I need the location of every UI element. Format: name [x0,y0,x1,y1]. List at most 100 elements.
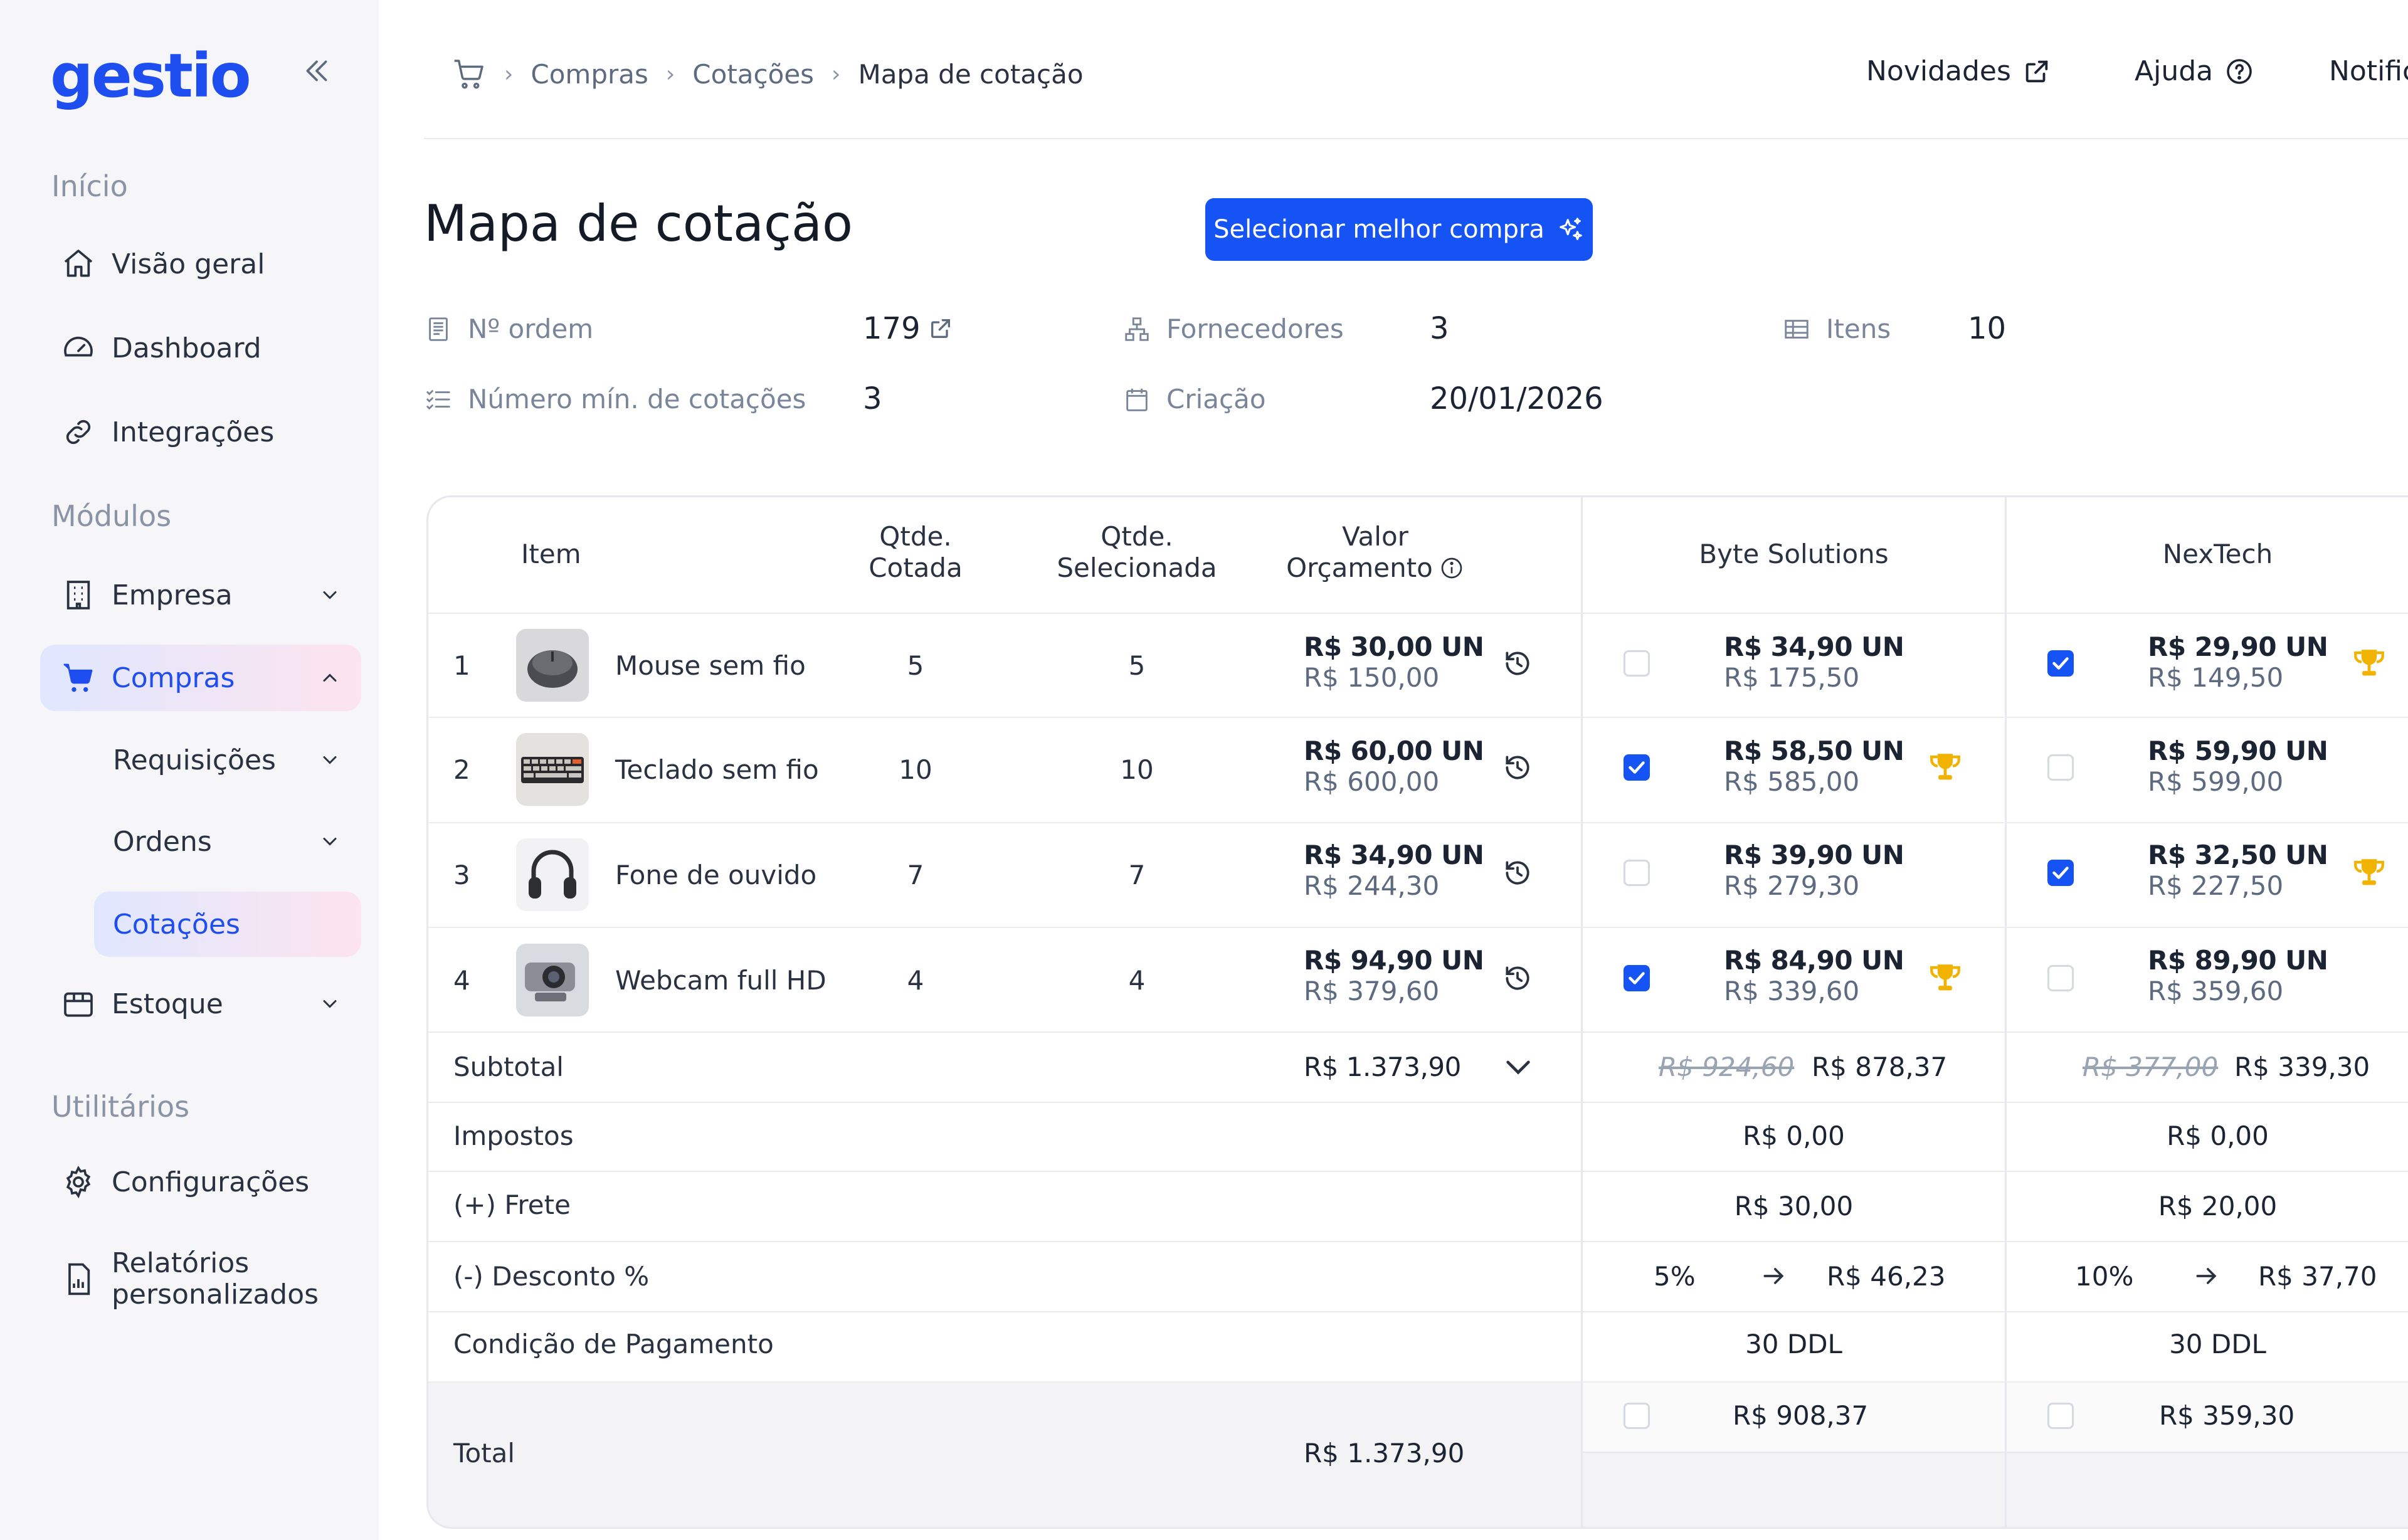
gestio-logo[interactable]: gestio [50,41,251,110]
select-checkbox-nextech[interactable] [2047,650,2074,677]
meta-ordem-value[interactable]: 179 [863,311,953,346]
breadcrumb-separator: › [665,61,675,87]
novidades-link[interactable]: Novidades [1866,55,2051,87]
select-all-checkbox-nextech[interactable] [2047,1403,2074,1429]
product-image-mouse [516,629,589,702]
product-image-keyboard [516,733,589,806]
nextech-desconto-pct[interactable]: 10% [2075,1261,2133,1292]
sidebar-item-label: Estoque [112,988,223,1020]
chevron-down-icon[interactable] [1501,1049,1536,1084]
item-name: Mouse sem fio [615,650,806,681]
history-icon[interactable] [1502,752,1533,783]
row-divider [1581,1452,2408,1453]
sidebar-item-relatorios[interactable]: Relatórios personalizados [40,1242,361,1317]
sidebar-item-estoque[interactable]: Estoque [40,971,361,1037]
sidebar-item-empresa[interactable]: Empresa [40,562,361,628]
supplier-total: R$ 339,60 [1724,976,1860,1006]
collapse-sidebar-icon[interactable] [301,55,332,87]
budget-unit: R$ 94,90 UN [1304,945,1484,976]
supplier-price: R$ 32,50 UN R$ 227,50 [2148,840,2328,901]
trophy-icon [2354,859,2384,885]
select-checkbox-nextech[interactable] [2047,754,2074,781]
select-checkbox-byte[interactable] [1624,650,1650,677]
history-icon[interactable] [1502,962,1533,994]
sidebar-item-label: Ordens [113,825,212,858]
sidebar-item-visao-geral[interactable]: Visão geral [40,231,361,297]
ajuda-link[interactable]: Ajuda [2135,55,2254,87]
calendar-icon [1126,388,1148,411]
meta-itens-value: 10 [1968,311,2007,346]
cart-outline-icon[interactable] [452,56,487,92]
notificacoes-link[interactable]: Notific [2329,55,2408,87]
qtde-selecionada: 10 [1120,754,1154,785]
header-qtde-cotada: Qtde. Cotada [837,521,994,584]
row-divider [428,717,2408,718]
box-icon [60,986,97,1022]
info-icon[interactable] [1439,556,1464,581]
byte-desconto-pct[interactable]: 5% [1654,1261,1696,1292]
budget-value: R$ 94,90 UN R$ 379,60 [1304,945,1484,1006]
history-icon[interactable] [1502,648,1533,679]
link-icon [60,414,97,450]
select-checkbox-nextech[interactable] [2047,860,2074,886]
select-checkbox-byte[interactable] [1624,965,1650,991]
top-bar: › Compras › Cotações › Mapa de cotação N… [424,0,2408,139]
select-checkbox-nextech[interactable] [2047,965,2074,991]
select-checkbox-byte[interactable] [1624,860,1650,886]
budget-unit: R$ 30,00 UN [1304,631,1484,662]
byte-frete: R$ 30,00 [1734,1191,1854,1221]
sidebar-item-label: Compras [112,662,235,694]
sidebar-item-label: personalizados [112,1279,319,1311]
breadcrumb-cotacoes[interactable]: Cotações [692,59,814,90]
supplier-price: R$ 58,50 UN R$ 585,00 [1724,736,1904,797]
header-supplier-byte-solutions: Byte Solutions [1699,539,1889,569]
header-qtde-selecionada: Qtde. Selecionada [1043,521,1231,584]
select-best-purchase-label: Selecionar melhor compra [1213,215,1545,244]
sidebar-item-integracoes[interactable]: Integrações [40,399,361,465]
supplier-price: R$ 59,90 UN R$ 599,00 [2148,736,2328,797]
supplier-unit: R$ 84,90 UN [1724,945,1904,976]
chevron-down-icon [323,1000,337,1008]
supplier-total: R$ 599,00 [2148,766,2284,797]
byte-subtotal-old: R$ 924,60 [1659,1052,1795,1082]
sidebar-item-configuracoes[interactable]: Configurações [40,1149,361,1215]
breadcrumb-compras[interactable]: Compras [531,59,648,90]
section-modulos: Módulos [51,499,172,533]
sidebar-item-dashboard[interactable]: Dashboard [40,315,361,381]
condicao-label: Condição de Pagamento [453,1329,774,1359]
sidebar-item-compras[interactable]: Compras [40,645,361,711]
meta-ordem-label: Nº ordem [468,314,594,344]
select-all-checkbox-byte[interactable] [1624,1403,1650,1429]
meta-criacao: Criação [1122,384,1266,414]
external-link-icon [931,319,950,338]
meta-ordem: Nº ordem [424,314,593,344]
nextech-total: R$ 359,30 [2159,1400,2295,1431]
qtde-selecionada: 7 [1128,860,1146,890]
header-qtde-selecionada-line2: Selecionada [1057,552,1217,583]
supplier-total: R$ 585,00 [1724,766,1860,797]
sidebar-item-label: Integrações [112,416,275,448]
breadcrumb-current: Mapa de cotação [858,58,1084,90]
supplier-unit: R$ 59,90 UN [2148,736,2328,766]
notificacoes-label: Notific [2329,55,2408,87]
ajuda-label: Ajuda [2135,55,2214,87]
budget-total: R$ 244,30 [1304,870,1440,901]
nextech-condicao[interactable]: 30 DDL [2007,1329,2408,1359]
sidebar-item-requisicoes[interactable]: Requisições [94,727,361,793]
byte-total: R$ 908,37 [1733,1400,1869,1431]
row-divider [428,927,2408,928]
byte-condicao[interactable]: 30 DDL [1583,1329,2005,1359]
select-best-purchase-button[interactable]: Selecionar melhor compra [1205,198,1593,261]
supplier-price: R$ 39,90 UN R$ 279,30 [1724,840,1904,901]
header-valor-orcamento: Valor Orçamento [1262,521,1488,584]
budget-value: R$ 30,00 UN R$ 150,00 [1304,631,1484,693]
sidebar-item-cotacoes[interactable]: Cotações [94,892,361,957]
history-icon[interactable] [1502,857,1533,889]
meta-fornecedores-label: Fornecedores [1166,314,1344,344]
sidebar: gestio Início Visão geral Dashboard Inte… [0,0,379,1540]
sidebar-item-ordens[interactable]: Ordens [94,809,361,874]
nextech-desconto-valor: R$ 37,70 [2258,1261,2377,1292]
subtotal-label: Subtotal [453,1052,564,1082]
qtde-selecionada: 5 [1128,650,1146,681]
select-checkbox-byte[interactable] [1624,754,1650,781]
